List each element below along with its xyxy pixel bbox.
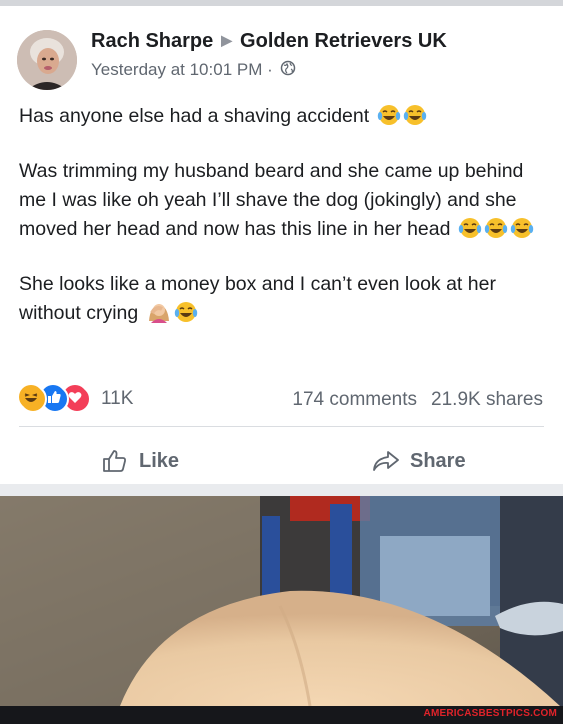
group-name-link[interactable]: Golden Retrievers UK bbox=[240, 30, 447, 52]
post-card: Rach Sharpe ▶ Golden Retrievers UK Yesterd… bbox=[0, 6, 563, 484]
watermark-text: AMERICASBESTPICS.COM bbox=[423, 708, 557, 719]
tears-of-joy-emoji-icon bbox=[174, 301, 198, 323]
author-name-link[interactable]: Rach Sharpe bbox=[91, 30, 213, 52]
timestamp-link[interactable]: Yesterday at 10:01 PM bbox=[91, 60, 262, 79]
reaction-summary[interactable]: 11K bbox=[19, 385, 133, 413]
reaction-count[interactable]: 11K bbox=[101, 388, 133, 410]
paragraph-text-1: Has anyone else had a shaving accident bbox=[19, 105, 370, 127]
paragraph-text-2: Was trimming my husband beard and she ca… bbox=[19, 160, 524, 240]
post-paragraph-3: She looks like a money box and I can’t e… bbox=[19, 270, 544, 328]
actions-divider bbox=[19, 426, 544, 427]
like-label: Like bbox=[139, 449, 180, 472]
engagement-stats: 174 comments 21.9K shares bbox=[292, 389, 543, 411]
card-gap bbox=[0, 484, 563, 496]
meta-separator: · bbox=[267, 60, 273, 79]
arrow-right-icon: ▶ bbox=[221, 32, 233, 48]
post-meta: Yesterday at 10:01 PM · bbox=[91, 60, 296, 81]
share-label: Share bbox=[410, 449, 466, 472]
post-paragraph-2: Was trimming my husband beard and she ca… bbox=[19, 157, 544, 244]
share-arrow-icon bbox=[373, 451, 399, 471]
post-paragraph-1: Has anyone else had a shaving accident bbox=[19, 102, 544, 131]
avatar[interactable] bbox=[17, 30, 77, 90]
haha-icon bbox=[19, 385, 47, 413]
person-facepalming-emoji-icon bbox=[146, 299, 172, 323]
tears-of-joy-emoji-icon bbox=[458, 217, 482, 239]
tears-of-joy-emoji-icon bbox=[484, 217, 508, 239]
tears-of-joy-emoji-icon bbox=[403, 104, 427, 126]
dog-photo-image bbox=[0, 496, 563, 706]
post-body: Has anyone else had a shaving accident W… bbox=[19, 102, 544, 354]
comments-count-link[interactable]: 174 comments bbox=[292, 389, 417, 410]
paragraph-text-3: She looks like a money box and I can’t e… bbox=[19, 273, 496, 324]
tears-of-joy-emoji-icon bbox=[377, 104, 401, 126]
post-header: Rach Sharpe ▶ Golden Retrievers UK bbox=[91, 30, 447, 53]
like-button[interactable]: Like bbox=[101, 446, 179, 476]
thumbs-up-icon bbox=[103, 450, 126, 472]
post-photo[interactable] bbox=[0, 496, 563, 706]
tears-of-joy-emoji-icon bbox=[510, 217, 534, 239]
watermark-bar: AMERICASBESTPICS.COM bbox=[0, 706, 563, 724]
share-button[interactable]: Share bbox=[372, 446, 466, 476]
shares-count-link[interactable]: 21.9K shares bbox=[431, 389, 543, 410]
globe-icon[interactable] bbox=[280, 60, 296, 81]
